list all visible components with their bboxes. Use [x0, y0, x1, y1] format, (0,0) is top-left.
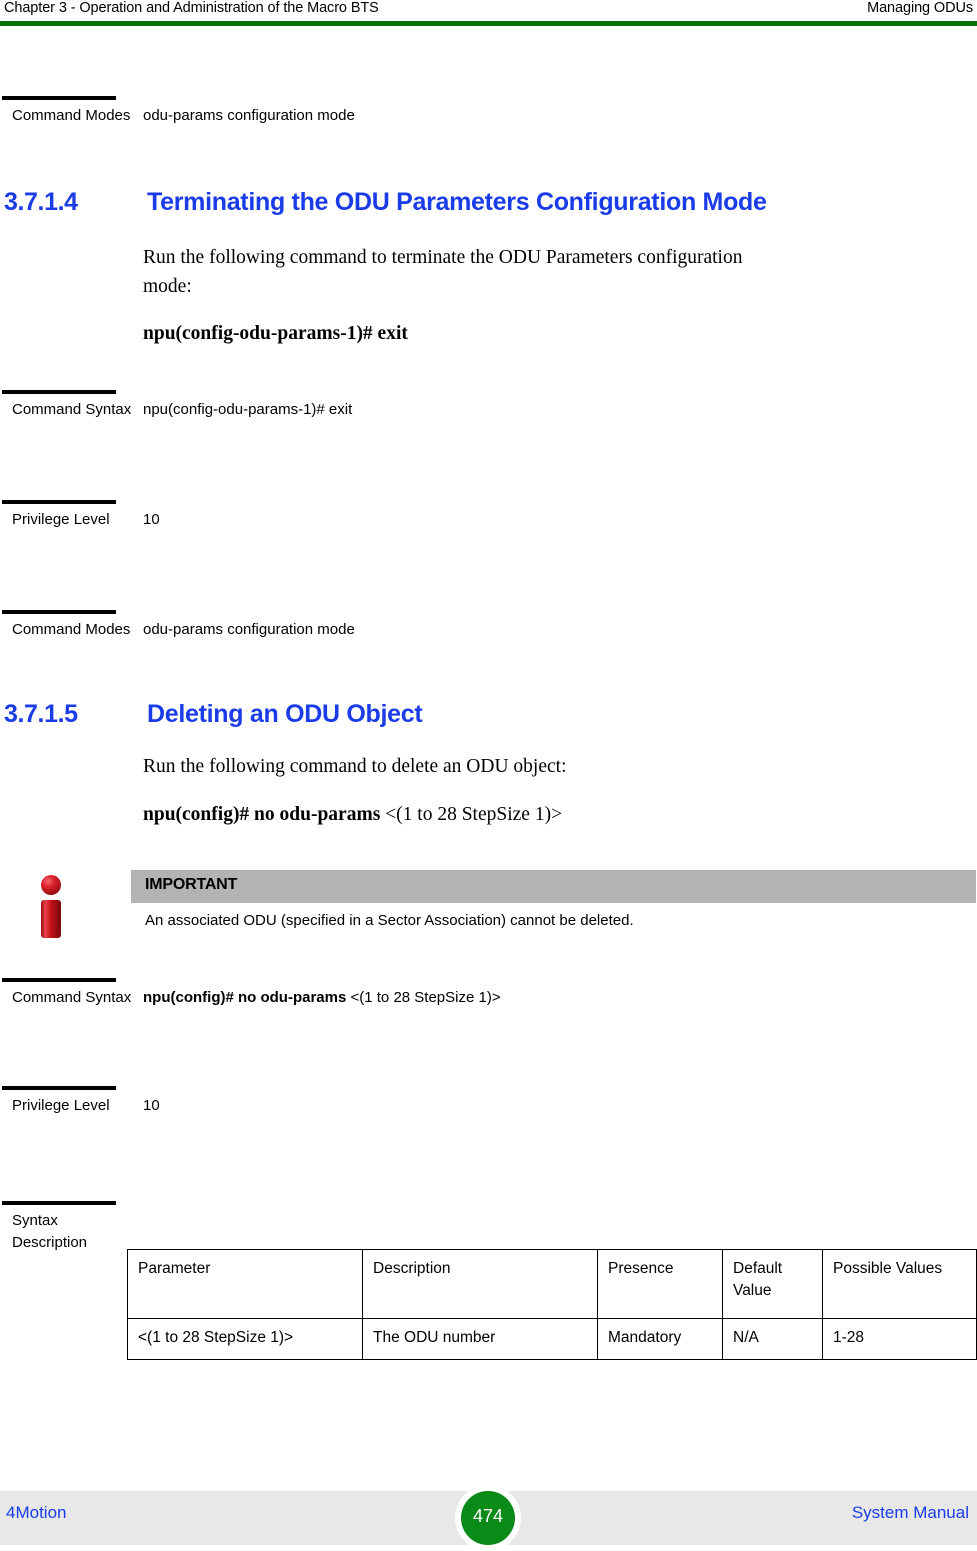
- cell-parameter: <(1 to 28 StepSize 1)>: [127, 1318, 363, 1360]
- attribute-rule: [2, 96, 116, 100]
- column-header-parameter: Parameter: [127, 1249, 363, 1319]
- attribute-value: 10: [143, 1097, 160, 1114]
- section-3-7-1-4-intro-line-1: Run the following command to terminate t…: [143, 247, 743, 268]
- command-name: npu(config)# no odu-params: [143, 989, 347, 1006]
- page-footer: 4Motion 474 System Manual: [0, 1485, 977, 1551]
- attribute-value: 10: [143, 511, 160, 528]
- table-row: <(1 to 28 StepSize 1)> The ODU number Ma…: [127, 1318, 977, 1360]
- section-title: Terminating the ODU Parameters Configura…: [147, 188, 767, 216]
- section-3-7-1-5-command: npu(config)# no odu-params <(1 to 28 Ste…: [143, 801, 562, 829]
- cell-description: The ODU number: [362, 1318, 598, 1360]
- footer-product-name[interactable]: 4Motion: [6, 1503, 66, 1523]
- section-number: 3.7.1.5: [4, 700, 78, 728]
- column-header-default-value: Default Value: [722, 1249, 823, 1319]
- column-header-description: Description: [362, 1249, 598, 1319]
- cell-default-value: N/A: [722, 1318, 823, 1360]
- callout-text: An associated ODU (specified in a Sector…: [145, 912, 634, 929]
- attribute-rule: [2, 1201, 116, 1205]
- section-3-7-1-4-command: npu(config-odu-params-1)# exit: [143, 323, 408, 344]
- page-number: 474: [472, 1506, 504, 1526]
- footer-manual-name[interactable]: System Manual: [852, 1503, 969, 1523]
- attribute-rule: [2, 978, 116, 982]
- column-header-presence: Presence: [597, 1249, 723, 1319]
- table-header-row: Parameter Description Presence Default V…: [127, 1249, 977, 1319]
- attribute-label: Syntax Description: [12, 1212, 88, 1251]
- important-callout: IMPORTANT An associated ODU (specified i…: [131, 870, 977, 950]
- attribute-label: Privilege Level: [12, 511, 110, 528]
- command-argument: <(1 to 28 StepSize 1)>: [380, 804, 563, 825]
- info-icon: [30, 872, 74, 942]
- command-argument: <(1 to 28 StepSize 1)>: [346, 989, 501, 1006]
- cell-presence: Mandatory: [597, 1318, 723, 1360]
- callout-band: [131, 870, 976, 903]
- cell-possible-values: 1-28: [822, 1318, 977, 1360]
- attribute-rule: [2, 390, 116, 394]
- attribute-value: odu-params configuration mode: [143, 107, 355, 124]
- attribute-label: Command Syntax: [12, 401, 132, 418]
- attribute-label: Command Modes: [12, 107, 131, 124]
- command-name: npu(config)# no odu-params: [143, 804, 381, 825]
- header-divider-rule: [0, 21, 977, 26]
- syntax-description-table: Parameter Description Presence Default V…: [127, 1249, 977, 1360]
- column-header-possible-values: Possible Values: [822, 1249, 977, 1319]
- page-number-badge: 474: [455, 1485, 521, 1551]
- attribute-value: odu-params configuration mode: [143, 621, 355, 638]
- attribute-rule: [2, 500, 116, 504]
- attribute-label: Privilege Level: [12, 1097, 110, 1114]
- attribute-value: npu(config-odu-params-1)# exit: [143, 401, 353, 418]
- section-title: Deleting an ODU Object: [147, 700, 423, 728]
- attribute-value: npu(config)# no odu-params <(1 to 28 Ste…: [143, 987, 501, 1009]
- page-header: Chapter 3 - Operation and Administration…: [0, 0, 977, 28]
- attribute-rule: [2, 610, 116, 614]
- header-section-title: Managing ODUs: [867, 0, 973, 16]
- section-3-7-1-4-intro-line-2: mode:: [143, 276, 192, 297]
- attribute-label: Command Modes: [12, 621, 131, 638]
- callout-title: IMPORTANT: [145, 876, 238, 893]
- section-number: 3.7.1.4: [4, 188, 78, 216]
- header-chapter-title: Chapter 3 - Operation and Administration…: [4, 0, 379, 16]
- attribute-label: Command Syntax: [12, 989, 132, 1006]
- attribute-rule: [2, 1086, 116, 1090]
- section-3-7-1-5-intro: Run the following command to delete an O…: [143, 756, 567, 777]
